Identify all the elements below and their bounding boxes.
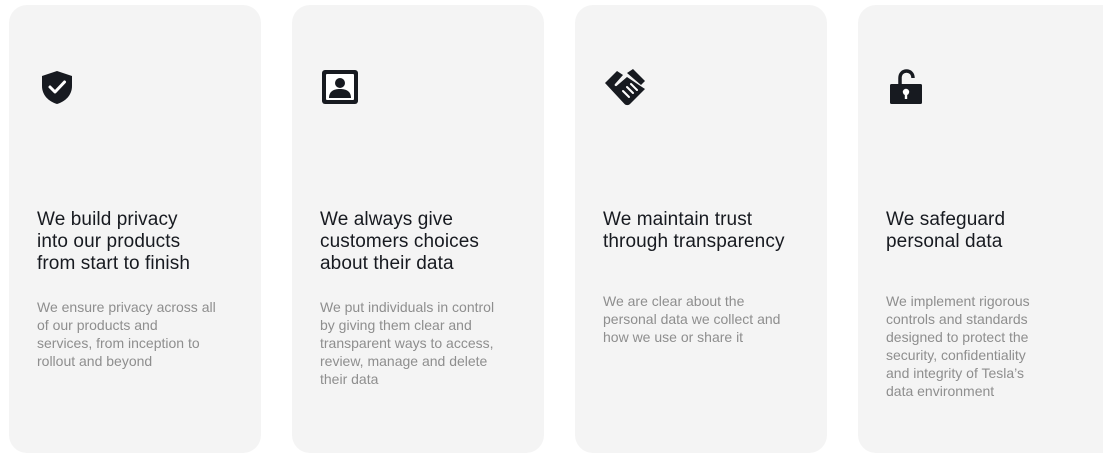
- card-trust-transparency: We maintain trust through transparency W…: [575, 5, 827, 453]
- card-description: We put individuals in control by giving …: [320, 299, 495, 387]
- handshake-icon: [603, 67, 645, 107]
- unlocked-padlock-icon: [886, 67, 926, 107]
- card-description: We are clear about the personal data we …: [603, 293, 781, 345]
- privacy-principles-cards: We build privacy into our products from …: [0, 0, 1103, 472]
- card-title: We build privacy into our products from …: [37, 209, 190, 274]
- card-title: We safeguard personal data: [886, 209, 1006, 252]
- card-description: We ensure privacy across all of our prod…: [37, 299, 216, 369]
- user-portrait-icon: [320, 67, 360, 107]
- card-title: We always give customers choices about t…: [320, 209, 480, 274]
- shield-check-icon: [37, 67, 77, 107]
- card-build-privacy: We build privacy into our products from …: [9, 5, 261, 453]
- card-safeguard-data: We safeguard personal data We implement …: [858, 5, 1103, 453]
- card-description: We implement rigorous controls and stand…: [886, 293, 1030, 399]
- card-customer-choices: We always give customers choices about t…: [292, 5, 544, 453]
- card-title: We maintain trust through transparency: [603, 209, 785, 252]
